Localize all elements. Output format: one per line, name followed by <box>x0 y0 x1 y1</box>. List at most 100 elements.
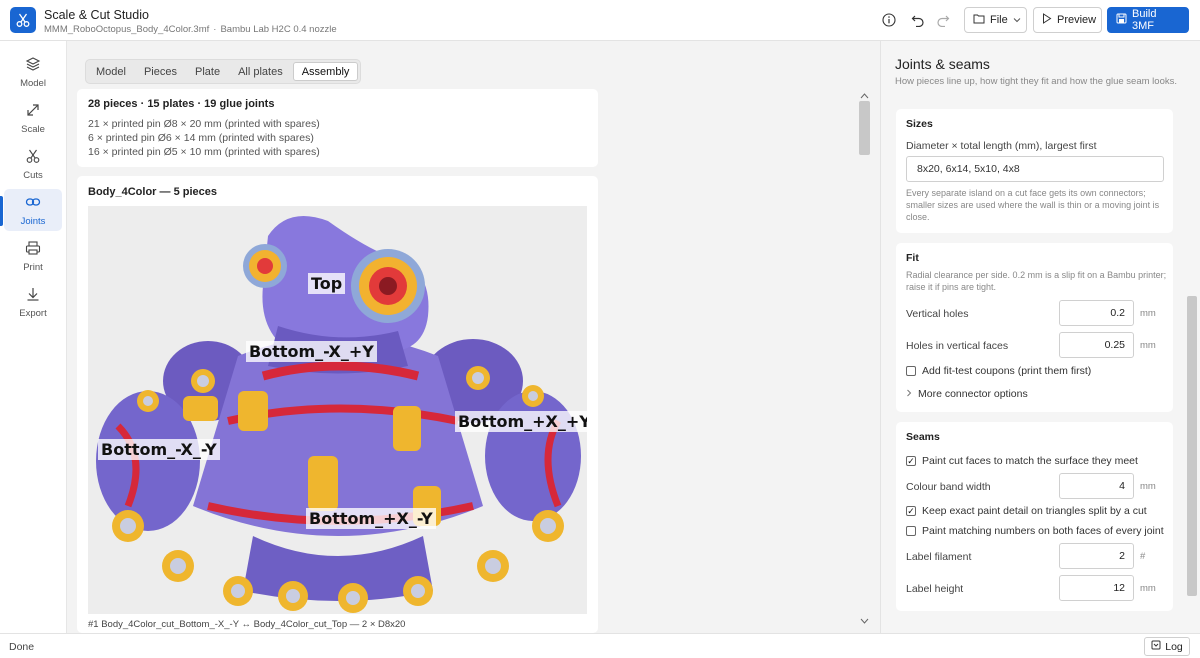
left-nav: Model Scale Cuts Joints Print Export <box>0 41 67 633</box>
paint-matching-numbers-label: Paint matching numbers on both faces of … <box>922 525 1164 537</box>
nav-label: Cuts <box>23 169 43 181</box>
paint-cut-faces-checkbox[interactable]: ✓ Paint cut faces to match the surface t… <box>906 455 1138 467</box>
fit-section: Fit Radial clearance per side. 0.2 mm is… <box>896 243 1173 412</box>
download-icon <box>25 286 41 305</box>
colour-band-width-input[interactable]: 4 <box>1059 473 1134 499</box>
pin-line: 16 × printed pin Ø5 × 10 mm (printed wit… <box>88 146 320 158</box>
nav-item-cuts[interactable]: Cuts <box>4 143 62 185</box>
file-subtitle: MMM_RoboOctopus_Body_4Color.3mf · Bambu La… <box>44 24 337 35</box>
panel-scrollbar-thumb[interactable] <box>1187 296 1197 596</box>
build-label: Build 3MF <box>1132 8 1157 32</box>
keep-paint-detail-checkbox[interactable]: ✓ Keep exact paint detail on triangles s… <box>906 505 1147 517</box>
log-icon <box>1151 640 1161 653</box>
tab-plate[interactable]: Plate <box>187 62 228 81</box>
panel-subtitle: How pieces line up, how tight they fit a… <box>895 76 1177 87</box>
paint-matching-numbers-checkbox[interactable]: Paint matching numbers on both faces of … <box>906 525 1164 537</box>
scissors-icon <box>25 148 41 167</box>
unit-mm: mm <box>1140 308 1156 319</box>
redo-icon[interactable] <box>933 10 953 30</box>
app-scissors-logo-icon <box>10 7 36 33</box>
panel-title: Joints & seams <box>895 56 990 72</box>
more-connector-options-label: More connector options <box>918 388 1028 400</box>
play-icon <box>1042 13 1052 27</box>
nav-item-scale[interactable]: Scale <box>4 97 62 139</box>
undo-icon[interactable] <box>908 10 928 30</box>
piece-label-top: Top <box>308 273 346 294</box>
label-filament-input[interactable]: 2 <box>1059 543 1134 569</box>
pin-line: 6 × printed pin Ø6 × 14 mm (printed with… <box>88 132 314 144</box>
unit-mm: mm <box>1140 481 1156 492</box>
log-button[interactable]: Log <box>1144 637 1190 656</box>
checkbox-checked: ✓ <box>906 505 916 516</box>
nav-item-joints[interactable]: Joints <box>4 189 62 231</box>
fit-test-coupons-checkbox[interactable]: Add fit-test coupons (print them first) <box>906 365 1091 377</box>
assembly-summary-card: 28 pieces · 15 plates · 19 glue joints 2… <box>77 89 598 167</box>
link-icon <box>25 194 41 213</box>
more-connector-options-toggle[interactable]: More connector options <box>906 388 1028 400</box>
colour-band-width-label: Colour band width <box>906 481 991 493</box>
seams-heading: Seams <box>906 431 940 443</box>
unit-mm: mm <box>1140 583 1156 594</box>
info-icon[interactable] <box>879 10 899 30</box>
main-scrollbar-thumb[interactable] <box>859 101 870 155</box>
active-nav-indicator <box>0 196 3 226</box>
piece-label-bottom-px-my: Bottom_+X_-Y <box>306 508 436 529</box>
status-bar: Done Log <box>0 633 1200 658</box>
tab-model[interactable]: Model <box>88 62 134 81</box>
save-disk-icon <box>1116 13 1127 27</box>
sizes-field-label: Diameter × total length (mm), largest fi… <box>906 140 1097 152</box>
sizes-section: Sizes Diameter × total length (mm), larg… <box>896 109 1173 233</box>
paint-cut-faces-label: Paint cut faces to match the surface the… <box>922 455 1138 467</box>
unit-hash: # <box>1140 551 1146 562</box>
tab-all-plates[interactable]: All plates <box>230 62 291 81</box>
preview-button[interactable]: Preview <box>1033 7 1102 33</box>
printer-name: Bambu Lab H2C 0.4 nozzle <box>220 24 337 35</box>
keep-paint-detail-label: Keep exact paint detail on triangles spl… <box>922 505 1147 517</box>
checkbox-checked: ✓ <box>906 455 916 466</box>
sizes-heading: Sizes <box>906 118 933 130</box>
chevron-right-icon <box>906 388 912 400</box>
folder-icon <box>973 13 985 27</box>
file-menu-button[interactable]: File <box>964 7 1027 33</box>
nav-item-print[interactable]: Print <box>4 235 62 277</box>
nav-label: Scale <box>21 123 45 135</box>
holes-vertical-faces-input[interactable]: 0.25 <box>1059 332 1134 358</box>
seams-section: Seams ✓ Paint cut faces to match the sur… <box>896 422 1173 611</box>
build-3mf-button[interactable]: Build 3MF <box>1107 7 1189 33</box>
octopus-model-render <box>96 216 581 613</box>
checkbox-unchecked <box>906 366 916 376</box>
layers-icon <box>25 56 41 75</box>
main-scrollbar-track[interactable] <box>859 101 870 617</box>
piece-label-bottom-px-py: Bottom_+X_+Y <box>455 411 587 432</box>
printer-icon <box>25 240 41 259</box>
file-menu-label: File <box>990 14 1008 26</box>
checkbox-unchecked <box>906 526 916 536</box>
view-tabs: Model Pieces Plate All plates Assembly <box>85 59 362 84</box>
vertical-holes-input[interactable]: 0.2 <box>1059 300 1134 326</box>
main-content: Model Pieces Plate All plates Assembly 2… <box>67 41 880 633</box>
part-assembly-card: Body_4Color — 5 pieces Top Bottom_-X_+Y … <box>77 176 598 633</box>
label-height-input[interactable]: 12 <box>1059 575 1134 601</box>
tab-pieces[interactable]: Pieces <box>136 62 185 81</box>
model-render-viewport[interactable]: Top Bottom_-X_+Y Bottom_+X_+Y Bottom_-X_… <box>88 206 587 614</box>
holes-vertical-faces-label: Holes in vertical faces <box>906 340 1009 352</box>
nav-item-export[interactable]: Export <box>4 281 62 323</box>
label-height-label: Label height <box>906 583 964 595</box>
fit-heading: Fit <box>906 252 919 264</box>
nav-item-model[interactable]: Model <box>4 51 62 93</box>
part-title: Body_4Color — 5 pieces <box>88 186 217 198</box>
status-text: Done <box>9 641 35 653</box>
joints-panel: Joints & seams How pieces line up, how t… <box>880 41 1200 633</box>
nav-label: Joints <box>20 215 46 227</box>
preview-label: Preview <box>1057 14 1097 26</box>
app-title: Scale & Cut Studio <box>44 8 149 22</box>
scroll-up-icon[interactable] <box>860 90 869 102</box>
chevron-down-icon <box>1013 14 1021 26</box>
tab-assembly[interactable]: Assembly <box>292 62 359 81</box>
scroll-down-icon[interactable] <box>860 615 869 627</box>
sizes-input[interactable]: 8x20, 6x14, 5x10, 4x8 <box>906 156 1164 182</box>
pin-line: 21 × printed pin Ø8 × 20 mm (printed wit… <box>88 118 320 130</box>
label-filament-label: Label filament <box>906 551 972 563</box>
vertical-holes-label: Vertical holes <box>906 308 969 320</box>
nav-label: Print <box>23 261 43 273</box>
